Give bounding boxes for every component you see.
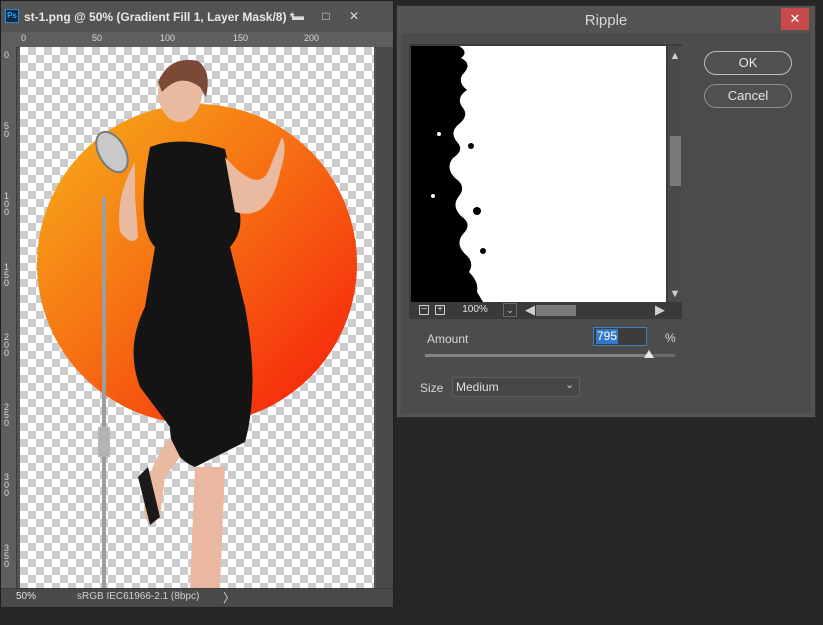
zoom-in-icon[interactable]: + <box>435 305 445 315</box>
ruler-label: 150 <box>4 262 10 288</box>
document-window: Ps st-1.png @ 50% (Gradient Fill 1, Laye… <box>0 0 394 607</box>
scroll-left-icon[interactable]: ◀ <box>525 302 535 318</box>
dialog-title: Ripple <box>584 12 628 29</box>
size-select-value[interactable]: Medium <box>456 380 499 394</box>
preview-horizontal-scroll-thumb[interactable] <box>536 305 576 316</box>
ruler-label: 100 <box>160 33 176 43</box>
photoshop-app-icon: Ps <box>5 9 19 23</box>
amount-value[interactable]: 795 <box>596 329 619 344</box>
cancel-button[interactable]: Cancel <box>704 84 792 108</box>
minimize-icon[interactable]: ▬ <box>285 7 311 25</box>
preview-zoom-level: 100% <box>462 304 488 315</box>
zoom-out-icon[interactable]: − <box>419 305 429 315</box>
amount-slider-thumb[interactable] <box>644 350 655 358</box>
amount-slider-fill <box>425 354 650 357</box>
size-label: Size <box>420 381 444 395</box>
zoom-level[interactable]: 50% <box>16 591 36 602</box>
ruler-label: 0 <box>4 50 10 60</box>
document-vertical-scrollbar[interactable] <box>376 47 393 588</box>
ruler-label: 100 <box>4 191 10 217</box>
vertical-ruler[interactable]: 0 50 100 150 200 250 300 350 <box>1 47 17 588</box>
ruler-label: 50 <box>92 33 103 43</box>
canvas-artwork <box>37 59 357 588</box>
ruler-label: 300 <box>4 472 10 498</box>
chevron-down-icon[interactable]: ⌄ <box>565 378 574 391</box>
ripple-dialog: Ripple ✕ ▲ ▼ − + 100% ⌄ ◀ ▶ OK Cancel Am… <box>396 5 816 418</box>
amount-input[interactable]: 795 <box>593 327 647 346</box>
ruler-label: 250 <box>4 402 10 428</box>
close-icon[interactable]: ✕ <box>341 7 367 25</box>
document-canvas[interactable] <box>20 47 374 588</box>
ruler-label: 150 <box>233 33 249 43</box>
amount-unit: % <box>665 331 676 345</box>
scroll-right-icon[interactable]: ▶ <box>655 302 665 318</box>
horizontal-ruler[interactable]: 0 50 100 150 200 <box>1 32 393 48</box>
amount-label: Amount <box>427 332 469 346</box>
filter-preview[interactable] <box>411 46 666 302</box>
color-profile-status: sRGB IEC61966-2.1 (8bpc) <box>77 591 200 602</box>
scroll-down-icon[interactable]: ▼ <box>668 288 682 300</box>
ruler-label: 0 <box>21 33 27 43</box>
ruler-label: 200 <box>4 332 10 358</box>
ruler-label: 350 <box>4 543 10 569</box>
ruler-label: 50 <box>4 121 10 139</box>
microphone-clamp <box>98 427 110 457</box>
document-titlebar[interactable]: Ps st-1.png @ 50% (Gradient Fill 1, Laye… <box>1 1 393 32</box>
preview-vertical-scroll-thumb[interactable] <box>670 136 681 186</box>
scroll-up-icon[interactable]: ▲ <box>668 50 682 62</box>
microphone-stand <box>102 197 106 588</box>
close-icon[interactable]: ✕ <box>781 8 809 30</box>
chevron-down-icon[interactable]: ⌄ <box>503 303 517 317</box>
preview-image <box>411 46 666 302</box>
document-title: st-1.png @ 50% (Gradient Fill 1, Layer M… <box>24 10 295 24</box>
status-menu-arrow-icon[interactable]: 〉 <box>223 589 235 606</box>
maximize-icon[interactable]: □ <box>313 7 339 25</box>
ok-button[interactable]: OK <box>704 51 792 75</box>
ruler-label: 200 <box>304 33 320 43</box>
